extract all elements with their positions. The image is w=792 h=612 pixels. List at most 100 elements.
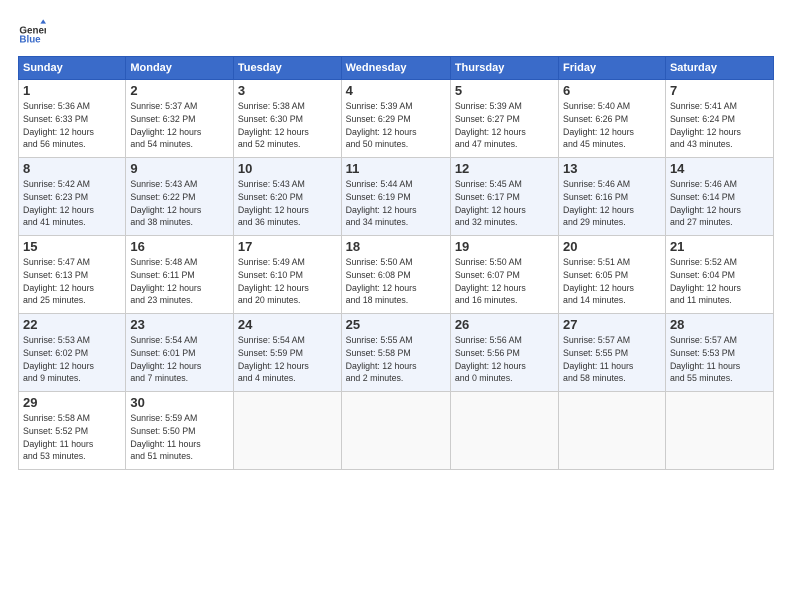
day-number: 7 [670,83,769,98]
day-info: Sunrise: 5:41 AM Sunset: 6:24 PM Dayligh… [670,100,769,151]
calendar-cell [450,392,558,470]
col-header-tuesday: Tuesday [233,57,341,80]
day-info: Sunrise: 5:53 AM Sunset: 6:02 PM Dayligh… [23,334,121,385]
day-number: 6 [563,83,661,98]
day-info: Sunrise: 5:58 AM Sunset: 5:52 PM Dayligh… [23,412,121,463]
day-number: 22 [23,317,121,332]
day-number: 23 [130,317,229,332]
day-number: 15 [23,239,121,254]
col-header-sunday: Sunday [19,57,126,80]
calendar-cell: 26 Sunrise: 5:56 AM Sunset: 5:56 PM Dayli… [450,314,558,392]
day-number: 8 [23,161,121,176]
header: General Blue [18,18,774,46]
calendar-cell: 19 Sunrise: 5:50 AM Sunset: 6:07 PM Dayli… [450,236,558,314]
calendar-cell: 12 Sunrise: 5:45 AM Sunset: 6:17 PM Dayli… [450,158,558,236]
calendar-cell: 6 Sunrise: 5:40 AM Sunset: 6:26 PM Daylig… [559,80,666,158]
day-info: Sunrise: 5:46 AM Sunset: 6:14 PM Dayligh… [670,178,769,229]
day-number: 20 [563,239,661,254]
col-header-thursday: Thursday [450,57,558,80]
day-info: Sunrise: 5:43 AM Sunset: 6:22 PM Dayligh… [130,178,229,229]
day-info: Sunrise: 5:45 AM Sunset: 6:17 PM Dayligh… [455,178,554,229]
calendar-cell: 1 Sunrise: 5:36 AM Sunset: 6:33 PM Daylig… [19,80,126,158]
day-number: 3 [238,83,337,98]
calendar-cell: 9 Sunrise: 5:43 AM Sunset: 6:22 PM Daylig… [126,158,234,236]
col-header-saturday: Saturday [665,57,773,80]
logo-icon: General Blue [18,18,46,46]
day-number: 19 [455,239,554,254]
day-info: Sunrise: 5:50 AM Sunset: 6:08 PM Dayligh… [346,256,446,307]
day-info: Sunrise: 5:40 AM Sunset: 6:26 PM Dayligh… [563,100,661,151]
svg-text:Blue: Blue [19,35,41,46]
day-number: 11 [346,161,446,176]
day-info: Sunrise: 5:57 AM Sunset: 5:53 PM Dayligh… [670,334,769,385]
day-info: Sunrise: 5:44 AM Sunset: 6:19 PM Dayligh… [346,178,446,229]
calendar-cell: 16 Sunrise: 5:48 AM Sunset: 6:11 PM Dayli… [126,236,234,314]
calendar-cell: 30 Sunrise: 5:59 AM Sunset: 5:50 PM Dayli… [126,392,234,470]
day-info: Sunrise: 5:39 AM Sunset: 6:27 PM Dayligh… [455,100,554,151]
day-number: 26 [455,317,554,332]
calendar-cell [665,392,773,470]
day-number: 27 [563,317,661,332]
day-number: 10 [238,161,337,176]
day-number: 29 [23,395,121,410]
col-header-wednesday: Wednesday [341,57,450,80]
col-header-monday: Monday [126,57,234,80]
day-info: Sunrise: 5:39 AM Sunset: 6:29 PM Dayligh… [346,100,446,151]
calendar-cell: 24 Sunrise: 5:54 AM Sunset: 5:59 PM Dayli… [233,314,341,392]
calendar-cell: 18 Sunrise: 5:50 AM Sunset: 6:08 PM Dayli… [341,236,450,314]
logo: General Blue [18,18,46,46]
day-number: 16 [130,239,229,254]
day-number: 17 [238,239,337,254]
day-info: Sunrise: 5:42 AM Sunset: 6:23 PM Dayligh… [23,178,121,229]
day-number: 9 [130,161,229,176]
day-number: 21 [670,239,769,254]
calendar-cell: 13Sunrise: 5:46 AM Sunset: 6:16 PM Dayli… [559,158,666,236]
calendar-cell [233,392,341,470]
day-number: 2 [130,83,229,98]
calendar-cell: 14 Sunrise: 5:46 AM Sunset: 6:14 PM Dayli… [665,158,773,236]
day-number: 5 [455,83,554,98]
day-number: 13 [563,161,661,176]
day-number: 30 [130,395,229,410]
calendar-cell: 2 Sunrise: 5:37 AM Sunset: 6:32 PM Daylig… [126,80,234,158]
day-info: Sunrise: 5:56 AM Sunset: 5:56 PM Dayligh… [455,334,554,385]
calendar-cell: 8 Sunrise: 5:42 AM Sunset: 6:23 PM Daylig… [19,158,126,236]
day-info: Sunrise: 5:47 AM Sunset: 6:13 PM Dayligh… [23,256,121,307]
day-number: 28 [670,317,769,332]
day-info: Sunrise: 5:54 AM Sunset: 5:59 PM Dayligh… [238,334,337,385]
day-number: 25 [346,317,446,332]
day-info: Sunrise: 5:59 AM Sunset: 5:50 PM Dayligh… [130,412,229,463]
calendar-cell: 10Sunrise: 5:43 AM Sunset: 6:20 PM Dayli… [233,158,341,236]
calendar-cell: 17 Sunrise: 5:49 AM Sunset: 6:10 PM Dayli… [233,236,341,314]
day-number: 12 [455,161,554,176]
day-info: Sunrise: 5:49 AM Sunset: 6:10 PM Dayligh… [238,256,337,307]
day-info: Sunrise: 5:54 AM Sunset: 6:01 PM Dayligh… [130,334,229,385]
calendar-cell: 20Sunrise: 5:51 AM Sunset: 6:05 PM Dayli… [559,236,666,314]
calendar-cell: 22 Sunrise: 5:53 AM Sunset: 6:02 PM Dayli… [19,314,126,392]
calendar-cell: 28 Sunrise: 5:57 AM Sunset: 5:53 PM Dayli… [665,314,773,392]
calendar-table: SundayMondayTuesdayWednesdayThursdayFrid… [18,56,774,470]
day-info: Sunrise: 5:38 AM Sunset: 6:30 PM Dayligh… [238,100,337,151]
calendar-cell [341,392,450,470]
calendar-cell: 27 Sunrise: 5:57 AM Sunset: 5:55 PM Dayli… [559,314,666,392]
col-header-friday: Friday [559,57,666,80]
calendar-cell: 5 Sunrise: 5:39 AM Sunset: 6:27 PM Daylig… [450,80,558,158]
calendar-cell: 4 Sunrise: 5:39 AM Sunset: 6:29 PM Daylig… [341,80,450,158]
day-number: 1 [23,83,121,98]
calendar-cell: 11 Sunrise: 5:44 AM Sunset: 6:19 PM Dayli… [341,158,450,236]
day-info: Sunrise: 5:50 AM Sunset: 6:07 PM Dayligh… [455,256,554,307]
calendar-cell: 15 Sunrise: 5:47 AM Sunset: 6:13 PM Dayli… [19,236,126,314]
day-info: Sunrise: 5:37 AM Sunset: 6:32 PM Dayligh… [130,100,229,151]
calendar-cell: 25 Sunrise: 5:55 AM Sunset: 5:58 PM Dayli… [341,314,450,392]
calendar-cell: 23 Sunrise: 5:54 AM Sunset: 6:01 PM Dayli… [126,314,234,392]
day-number: 24 [238,317,337,332]
day-info: Sunrise: 5:55 AM Sunset: 5:58 PM Dayligh… [346,334,446,385]
day-info: Sunrise: 5:48 AM Sunset: 6:11 PM Dayligh… [130,256,229,307]
day-info: Sunrise: 5:57 AM Sunset: 5:55 PM Dayligh… [563,334,661,385]
day-number: 4 [346,83,446,98]
day-number: 14 [670,161,769,176]
calendar-cell: 7 Sunrise: 5:41 AM Sunset: 6:24 PM Daylig… [665,80,773,158]
calendar-cell: 21Sunrise: 5:52 AM Sunset: 6:04 PM Dayli… [665,236,773,314]
day-info: Sunrise: 5:36 AM Sunset: 6:33 PM Dayligh… [23,100,121,151]
day-number: 18 [346,239,446,254]
